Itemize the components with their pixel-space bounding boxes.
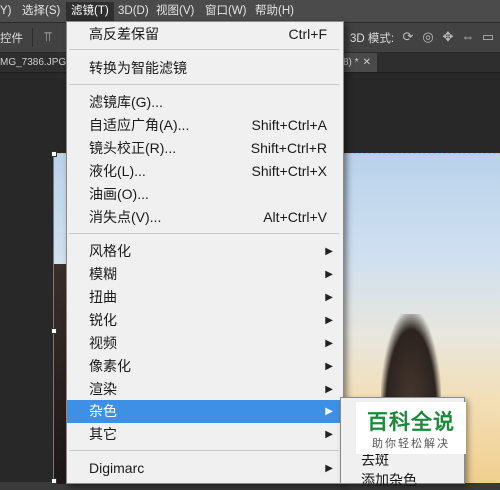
menu-item-oil-paint[interactable]: 油画(O)...	[67, 183, 343, 206]
options-divider	[32, 28, 33, 47]
transform-handle-left-middle[interactable]	[51, 328, 57, 334]
menu-item-label: 转换为智能滤镜	[89, 60, 187, 76]
submenu-arrow-icon: ▶	[325, 315, 333, 326]
submenu-arrow-icon: ▶	[325, 292, 333, 303]
submenu-arrow-icon: ▶	[325, 246, 333, 257]
menu-item-label: 自适应广角(A)...	[89, 117, 190, 133]
menu-item-shortcut: Ctrl+F	[288, 26, 328, 42]
menu-item-shortcut: Alt+Ctrl+V	[263, 209, 327, 225]
menu-item-label: 渲染	[89, 381, 117, 397]
menu-item-label: 像素化	[89, 358, 131, 374]
menu-separator	[69, 233, 339, 234]
menu-separator	[69, 84, 339, 85]
menu-item-render[interactable]: 渲染 ▶	[67, 378, 343, 401]
transform-handle-top-left[interactable]	[51, 151, 57, 157]
menu-select[interactable]: 选择(S)	[22, 3, 60, 19]
menu-item-label: 杂色	[89, 403, 117, 419]
menu-item-other[interactable]: 其它 ▶	[67, 423, 343, 446]
menu-item-distort[interactable]: 扭曲 ▶	[67, 286, 343, 309]
menu-separator	[69, 49, 339, 50]
menu-item-stylize[interactable]: 风格化 ▶	[67, 240, 343, 263]
menu-type[interactable]: Y)	[0, 3, 12, 19]
menu-item-label: 液化(L)...	[89, 163, 146, 179]
3d-scale-icon[interactable]: ▭	[480, 29, 496, 45]
watermark-subtitle: 助你轻松解决	[372, 438, 450, 450]
align-top-icon[interactable]: ⫪	[40, 29, 56, 45]
submenu-arrow-icon: ▶	[325, 406, 333, 417]
3d-slide-icon[interactable]: ⇔	[460, 29, 476, 45]
menu-filter[interactable]: 滤镜(T)	[66, 2, 114, 21]
watermark-title: 百科全说	[367, 411, 455, 434]
menu-help[interactable]: 帮助(H)	[255, 3, 294, 19]
menu-item-label: 风格化	[89, 243, 131, 259]
menu-item-label: 视频	[89, 335, 117, 351]
submenu-arrow-icon: ▶	[325, 361, 333, 372]
submenu-arrow-icon: ▶	[325, 384, 333, 395]
menu-item-video[interactable]: 视频 ▶	[67, 332, 343, 355]
3d-mode-label: 3D 模式:	[350, 33, 395, 45]
filter-menu: 高反差保留 Ctrl+F 转换为智能滤镜 滤镜库(G)... 自适应广角(A).…	[66, 21, 344, 484]
submenu-arrow-icon: ▶	[325, 429, 333, 440]
menu-item-label: 锐化	[89, 312, 117, 328]
menu-item-vanishing-point[interactable]: 消失点(V)... Alt+Ctrl+V	[67, 206, 343, 229]
menu-item-shortcut: Shift+Ctrl+X	[251, 163, 327, 179]
3d-roll-icon[interactable]: ◎	[420, 29, 436, 45]
menu-window[interactable]: 窗口(W)	[205, 3, 247, 19]
menu-bar: Y) 选择(S) 滤镜(T) 3D(D) 视图(V) 窗口(W) 帮助(H)	[0, 0, 500, 23]
menu-item-label: 高反差保留	[89, 26, 159, 42]
menu-item-label: 消失点(V)...	[89, 209, 162, 225]
transform-handle-bottom-left[interactable]	[51, 478, 57, 484]
menu-item-high-pass[interactable]: 高反差保留 Ctrl+F	[67, 23, 343, 46]
menu-item-blur[interactable]: 模糊 ▶	[67, 263, 343, 286]
menu-item-label: 油画(O)...	[89, 186, 149, 202]
menu-item-convert-smart-filters[interactable]: 转换为智能滤镜	[67, 57, 343, 80]
watermark-logo: 百科全说 助你轻松解决	[356, 402, 466, 454]
menu-item-noise[interactable]: 杂色 ▶	[67, 400, 343, 423]
menu-item-shortcut: Shift+Ctrl+R	[250, 140, 327, 156]
menu-item-pixelate[interactable]: 像素化 ▶	[67, 355, 343, 378]
submenu-arrow-icon: ▶	[325, 269, 333, 280]
3d-pan-icon[interactable]: ✥	[440, 29, 456, 45]
menu-item-label: 扭曲	[89, 289, 117, 305]
menu-3d[interactable]: 3D(D)	[118, 3, 149, 19]
menu-item-lens-correction[interactable]: 镜头校正(R)... Shift+Ctrl+R	[67, 137, 343, 160]
transform-controls-label[interactable]: 控件	[0, 30, 23, 46]
menu-item-label: 滤镜库(G)...	[89, 94, 163, 110]
close-icon[interactable]: ✕	[363, 57, 371, 68]
menu-item-digimarc[interactable]: Digimarc ▶	[67, 457, 343, 480]
document-tab-label: 8) *	[343, 57, 359, 68]
menu-separator	[69, 450, 339, 451]
menu-item-sharpen[interactable]: 锐化 ▶	[67, 309, 343, 332]
menu-view[interactable]: 视图(V)	[156, 3, 194, 19]
3d-rotate-icon[interactable]: ⟳	[400, 29, 416, 45]
menu-item-label: 镜头校正(R)...	[89, 140, 177, 156]
menu-item-label: 其它	[89, 426, 117, 442]
menu-item-liquify[interactable]: 液化(L)... Shift+Ctrl+X	[67, 160, 343, 183]
submenu-arrow-icon: ▶	[325, 338, 333, 349]
submenu-item-add-noise[interactable]: 添加杂色	[361, 470, 417, 490]
menu-item-label: 模糊	[89, 266, 117, 282]
menu-item-filter-gallery[interactable]: 滤镜库(G)...	[67, 91, 343, 114]
menu-item-shortcut: Shift+Ctrl+A	[251, 117, 327, 133]
submenu-arrow-icon: ▶	[325, 463, 333, 474]
menu-item-adaptive-wide-angle[interactable]: 自适应广角(A)... Shift+Ctrl+A	[67, 114, 343, 137]
menu-item-label: Digimarc	[89, 460, 145, 476]
